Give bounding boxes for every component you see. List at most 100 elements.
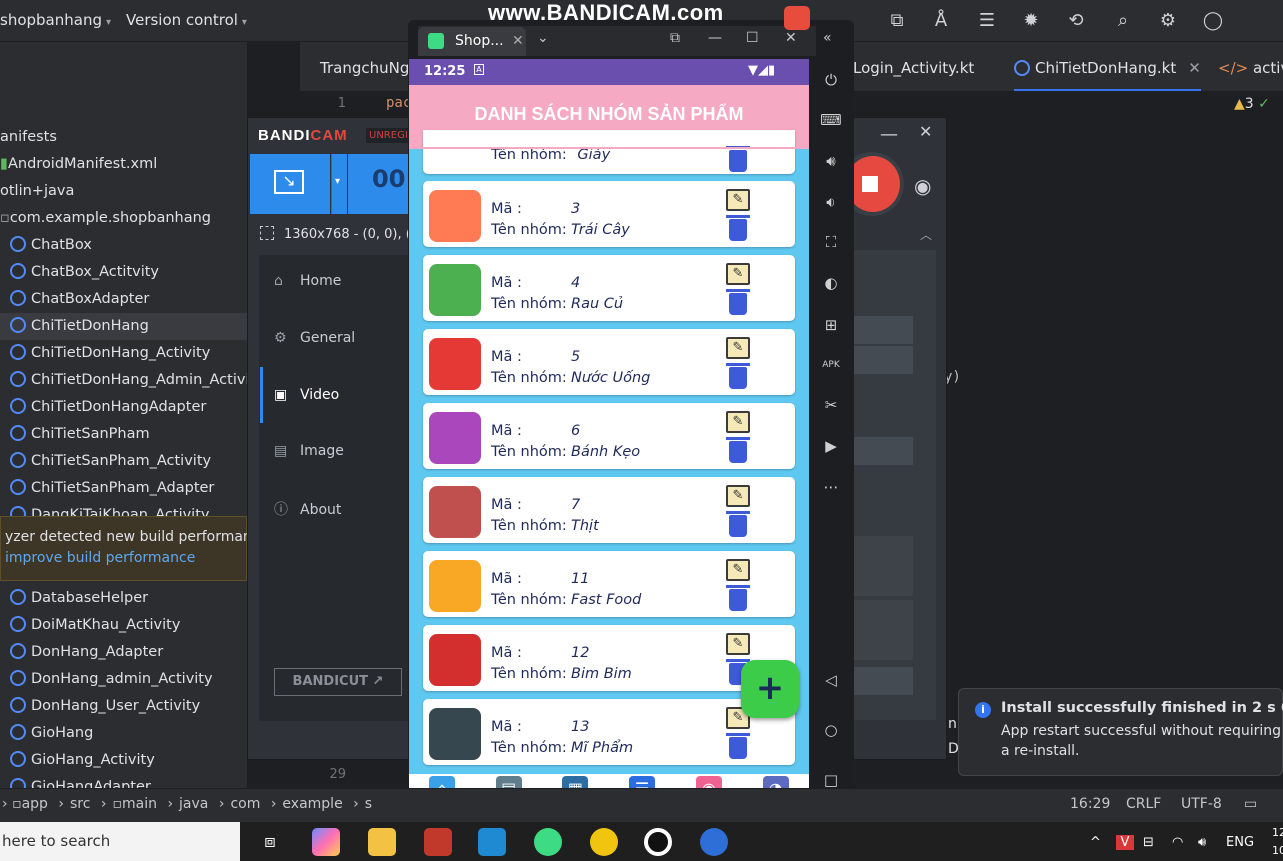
maximize-icon[interactable]: ☐ <box>746 30 759 46</box>
list-item[interactable]: Mã : 3 Tên nhóm: Trái Cây ✎ <box>423 181 795 247</box>
tree-item[interactable]: ChatBoxAdapter <box>0 286 247 313</box>
tree-item[interactable]: DoiMatKhau_Activity <box>0 612 247 639</box>
tree-item[interactable]: ChiTietSanPham <box>0 421 247 448</box>
trash-icon[interactable] <box>726 733 750 759</box>
breadcrumb-item[interactable]: s <box>365 796 372 812</box>
breadcrumb-item[interactable]: java <box>179 796 208 812</box>
line-ending[interactable]: CRLF <box>1126 796 1161 812</box>
close-icon[interactable]: ✕ <box>919 122 932 141</box>
version-control-menu[interactable]: Version control ▾ <box>126 11 247 29</box>
edit-icon[interactable]: ✎ <box>726 263 750 285</box>
tree-item[interactable]: ChatBox <box>0 232 247 259</box>
app-icon[interactable] <box>424 828 452 856</box>
trash-icon[interactable] <box>726 585 750 611</box>
breadcrumb-item[interactable]: example <box>282 796 342 812</box>
edit-icon[interactable]: ✎ <box>726 189 750 211</box>
screen-share-icon[interactable]: ⧉ <box>670 30 680 46</box>
tree-item[interactable]: GioHangAdapter <box>0 774 247 788</box>
tree-item[interactable]: ChiTietDonHang_Activity <box>0 340 247 367</box>
bandicam-nav-image[interactable]: ▤ Image <box>274 443 344 459</box>
tree-item[interactable]: GioHang <box>0 720 247 747</box>
app-icon[interactable] <box>590 828 618 856</box>
settings-row[interactable] <box>853 667 913 695</box>
settings-icon[interactable]: ⚙ <box>1155 8 1181 34</box>
edit-icon[interactable]: ✎ <box>726 485 750 507</box>
list-item[interactable]: Mã : 7 Tên nhóm: Thịt ✎ <box>423 477 795 543</box>
more-icon[interactable]: ⋯ <box>820 476 842 498</box>
tree-item[interactable]: ▫com.example.shopbanhang <box>0 205 247 232</box>
close-icon[interactable]: ✕ <box>1188 59 1201 77</box>
tree-item[interactable]: otlin+java <box>0 178 247 205</box>
tab-login-activity[interactable]: Login_Activity.kt <box>853 59 974 77</box>
settings-row[interactable] <box>853 437 913 465</box>
volume-down-icon[interactable]: 🔉︎ <box>820 191 842 213</box>
tab-trangchu[interactable]: TrangchuNg <box>320 59 409 77</box>
edit-icon[interactable]: ✎ <box>726 411 750 433</box>
tab-chitietdonhang[interactable]: ChiTietDonHang.kt ✕ <box>1014 59 1201 91</box>
clock-time[interactable]: 12 <box>1272 826 1283 839</box>
tree-item[interactable]: ChiTietSanPham_Activity <box>0 448 247 475</box>
vscode-icon[interactable] <box>478 828 506 856</box>
tab-activity[interactable]: </> activi <box>1218 59 1283 77</box>
trash-icon[interactable] <box>726 146 750 172</box>
trash-icon[interactable] <box>726 363 750 389</box>
search-icon[interactable]: ⌕ <box>1110 8 1136 34</box>
tree-item[interactable]: DonHang_Adapter <box>0 639 247 666</box>
chat-icon[interactable]: ▭ <box>1244 796 1257 812</box>
trash-icon[interactable] <box>726 289 750 315</box>
home-circle-icon[interactable]: ○ <box>820 719 842 741</box>
collapse-sidebar-icon[interactable]: « <box>823 30 832 46</box>
volume-up-icon[interactable]: 🔊︎ <box>820 150 842 172</box>
volume-icon[interactable]: 🔊︎ <box>1198 835 1206 850</box>
debug-icon[interactable]: ✹ <box>1018 8 1044 34</box>
back-icon[interactable]: ◁ <box>820 669 842 691</box>
language-indicator[interactable]: ENG <box>1226 835 1254 850</box>
scissors-icon[interactable]: ✂ <box>820 394 842 416</box>
bandicam-nav-video[interactable]: ▣ Video <box>274 387 339 403</box>
screen-mode-button[interactable]: ↘ <box>250 154 330 214</box>
edit-icon[interactable]: ✎ <box>726 633 750 655</box>
device-manager-icon[interactable]: ⧉ <box>884 8 910 34</box>
add-icon[interactable]: ⊞ <box>820 314 842 336</box>
list-item[interactable]: Mã : 6 Tên nhóm: Bánh Kẹo ✎ <box>423 403 795 469</box>
tree-item[interactable]: DonHang_admin_Activity <box>0 666 247 693</box>
video-record-icon[interactable]: ▶ <box>820 435 842 457</box>
build-icon[interactable]: ☰ <box>974 8 1000 34</box>
trash-icon[interactable] <box>726 437 750 463</box>
minimize-icon[interactable]: — <box>708 30 722 46</box>
list-item-partial[interactable]: Tên nhóm: Giày <box>423 130 795 174</box>
translate-icon[interactable]: Å <box>928 8 954 34</box>
trash-icon[interactable] <box>726 215 750 241</box>
record-indicator[interactable] <box>784 6 810 30</box>
tree-item[interactable]: ChatBox_Actitvity <box>0 259 247 286</box>
settings-row[interactable] <box>853 316 913 344</box>
android-studio-icon[interactable] <box>534 828 562 856</box>
bandicam-nav-about[interactable]: ⓘ About <box>274 499 341 519</box>
tree-item[interactable]: DangKiTaiKhoan_Activity <box>0 502 247 516</box>
minimize-icon[interactable]: — <box>880 124 898 145</box>
close-icon[interactable]: ✕ <box>512 33 524 49</box>
app-icon[interactable] <box>700 828 728 856</box>
list-item[interactable]: Mã : 11 Tên nhóm: Fast Food ✎ <box>423 551 795 617</box>
power-icon[interactable]: ⏻ <box>820 69 842 91</box>
tree-item[interactable]: ChiTietSanPham_Adapter <box>0 475 247 502</box>
breadcrumb-item[interactable]: app <box>22 796 48 812</box>
mode-dropdown[interactable]: ▾ <box>331 154 347 214</box>
tree-item[interactable]: DatabaseHelper <box>0 585 247 612</box>
account-icon[interactable]: ◯ <box>1200 8 1226 34</box>
list-item[interactable]: Mã : 5 Tên nhóm: Nước Uống ✎ <box>423 329 795 395</box>
breadcrumb-item[interactable]: com <box>230 796 260 812</box>
tree-item[interactable]: GioHang_Activity <box>0 747 247 774</box>
settings-row[interactable] <box>853 346 913 374</box>
keyboard-icon[interactable]: ⌨ <box>820 109 842 131</box>
copilot-icon[interactable] <box>312 828 340 856</box>
camera-icon[interactable]: ◉ <box>914 174 931 198</box>
edit-icon[interactable]: ✎ <box>726 337 750 359</box>
tree-item-selected[interactable]: ChiTietDonHang <box>0 313 247 340</box>
tree-item[interactable]: ▮AndroidManifest.xml <box>0 151 247 178</box>
taskbar-search[interactable]: here to search <box>0 822 240 861</box>
tree-item[interactable]: anifests <box>0 124 247 151</box>
bandicut-button[interactable]: BANDICUT ↗ <box>274 668 402 696</box>
add-group-button[interactable]: + <box>741 660 799 718</box>
bandicam-nav-home[interactable]: ⌂ Home <box>274 273 341 289</box>
